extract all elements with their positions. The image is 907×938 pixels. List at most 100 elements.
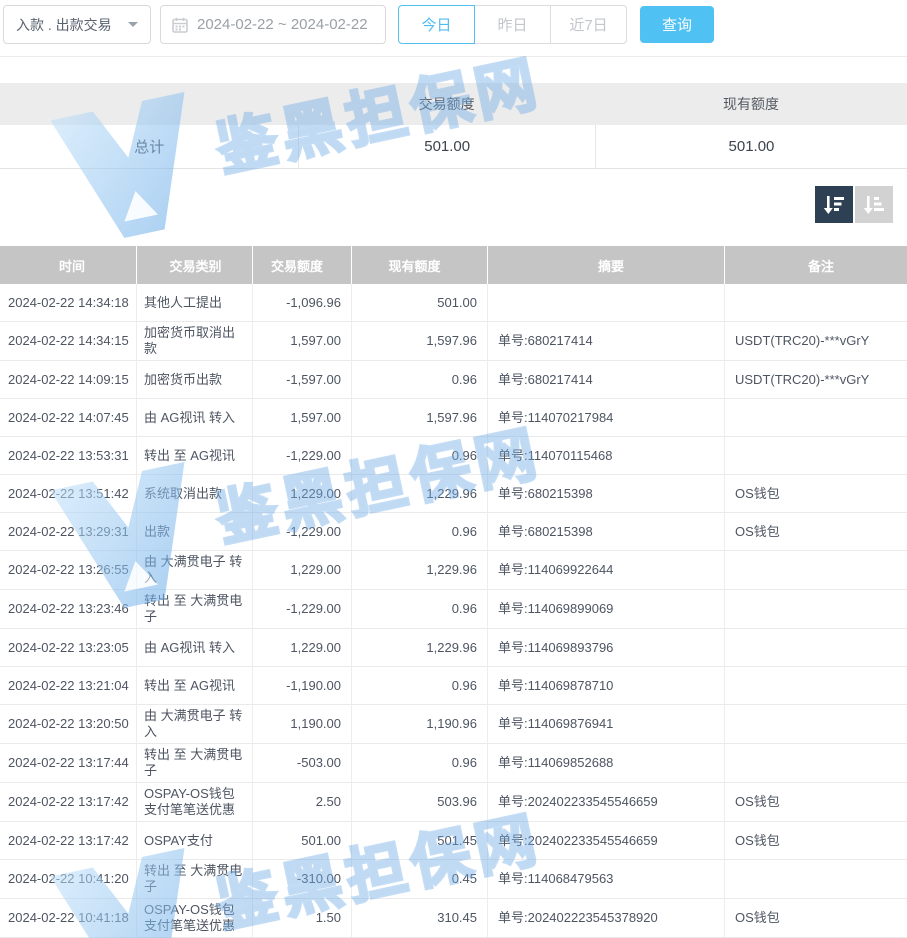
cell-current-amount: 1,229.96 — [352, 629, 488, 666]
summary-total-label: 总计 — [0, 125, 298, 168]
cell-summary: 单号:114069899069 — [488, 590, 725, 628]
cell-transaction-amount: -1,096.96 — [253, 284, 352, 321]
column-header-time: 时间 — [0, 246, 137, 284]
summary-table: 交易额度 现有额度 总计 501.00 501.00 — [0, 83, 907, 169]
cell-transaction-amount: 1,229.00 — [253, 629, 352, 666]
cell-time: 2024-02-22 13:17:42 — [0, 783, 137, 821]
cell-remark — [725, 705, 907, 743]
cell-current-amount: 1,190.96 — [352, 705, 488, 743]
cell-summary: 单号:114069878710 — [488, 667, 725, 704]
cell-current-amount: 0.96 — [352, 590, 488, 628]
cell-transaction-amount: 1,229.00 — [253, 475, 352, 512]
cell-current-amount: 1,597.96 — [352, 399, 488, 436]
cell-transaction-amount: -503.00 — [253, 744, 352, 782]
cell-transaction-amount: -310.00 — [253, 860, 352, 898]
cell-remark — [725, 744, 907, 782]
yesterday-button[interactable]: 昨日 — [474, 5, 551, 44]
summary-total-transaction-amount: 501.00 — [298, 125, 595, 168]
cell-transaction-amount: 501.00 — [253, 822, 352, 859]
quick-range-button-group: 今日 昨日 近7日 — [398, 5, 627, 44]
sort-amount-desc-icon — [822, 193, 846, 217]
cell-summary: 单号:680215398 — [488, 475, 725, 512]
cell-current-amount: 0.96 — [352, 667, 488, 704]
last-7-days-button[interactable]: 近7日 — [550, 5, 627, 44]
cell-summary: 单号:114069876941 — [488, 705, 725, 743]
calendar-icon — [172, 17, 188, 33]
cell-summary: 单号:680215398 — [488, 513, 725, 550]
cell-current-amount: 1,229.96 — [352, 551, 488, 589]
sort-descending-button[interactable] — [815, 186, 853, 223]
cell-type: 转出 至 大满贯电子 — [137, 860, 253, 898]
cell-time: 2024-02-22 13:17:42 — [0, 822, 137, 859]
cell-remark — [725, 667, 907, 704]
cell-type: 加密货币取消出款 — [137, 322, 253, 360]
table-row: 2024-02-22 14:07:45由 AG视讯 转入1,597.001,59… — [0, 399, 907, 437]
cell-summary — [488, 284, 725, 321]
cell-transaction-amount: 1,229.00 — [253, 551, 352, 589]
cell-transaction-amount: -1,229.00 — [253, 513, 352, 550]
sort-bar — [0, 186, 907, 223]
query-button[interactable]: 查询 — [640, 6, 714, 43]
toolbar: 入款 . 出款交易 2024-02-22 ~ 2024-02-22 今日 昨日 … — [0, 0, 907, 57]
cell-transaction-amount: 1,190.00 — [253, 705, 352, 743]
table-row: 2024-02-22 13:29:31出款-1,229.000.96单号:680… — [0, 513, 907, 551]
cell-time: 2024-02-22 13:51:42 — [0, 475, 137, 512]
table-row: 2024-02-22 13:23:46转出 至 大满贯电子-1,229.000.… — [0, 590, 907, 629]
cell-type: OSPAY支付 — [137, 822, 253, 859]
table-row: 2024-02-22 13:17:42OSPAY支付501.00501.45单号… — [0, 822, 907, 860]
cell-summary: 单号:202402233545546659 — [488, 783, 725, 821]
date-range-value: 2024-02-22 ~ 2024-02-22 — [197, 16, 368, 33]
table-row: 2024-02-22 13:26:55由 大满贯电子 转入1,229.001,2… — [0, 551, 907, 590]
cell-remark — [725, 860, 907, 898]
cell-current-amount: 0.96 — [352, 744, 488, 782]
cell-remark — [725, 437, 907, 474]
cell-type: 转出 至 AG视讯 — [137, 667, 253, 704]
cell-remark: OS钱包 — [725, 822, 907, 859]
cell-summary: 单号:680217414 — [488, 322, 725, 360]
column-header-summary: 摘要 — [488, 246, 725, 284]
column-header-type: 交易类别 — [137, 246, 253, 284]
cell-type: 由 大满贯电子 转入 — [137, 705, 253, 743]
cell-remark — [725, 399, 907, 436]
today-button[interactable]: 今日 — [398, 5, 475, 44]
cell-time: 2024-02-22 14:34:18 — [0, 284, 137, 321]
cell-summary: 单号:114069893796 — [488, 629, 725, 666]
cell-summary: 单号:114069922644 — [488, 551, 725, 589]
cell-time: 2024-02-22 13:23:05 — [0, 629, 137, 666]
sort-ascending-button[interactable] — [855, 186, 893, 223]
cell-summary: 单号:114068479563 — [488, 860, 725, 898]
transaction-type-select[interactable]: 入款 . 出款交易 — [3, 5, 151, 44]
cell-transaction-amount: -1,597.00 — [253, 361, 352, 398]
cell-current-amount: 310.45 — [352, 899, 488, 937]
cell-transaction-amount: 1,597.00 — [253, 322, 352, 360]
cell-summary: 单号:202402223545378920 — [488, 899, 725, 937]
cell-transaction-amount: 1.50 — [253, 899, 352, 937]
cell-type: 其他人工提出 — [137, 284, 253, 321]
cell-type: OSPAY-OS钱包支付笔笔送优惠 — [137, 899, 253, 937]
table-row: 2024-02-22 14:34:15加密货币取消出款1,597.001,597… — [0, 322, 907, 361]
cell-transaction-amount: -1,190.00 — [253, 667, 352, 704]
cell-current-amount: 0.96 — [352, 437, 488, 474]
table-row: 2024-02-22 13:17:44转出 至 大满贯电子-503.000.96… — [0, 744, 907, 783]
cell-summary: 单号:114069852688 — [488, 744, 725, 782]
cell-summary: 单号:680217414 — [488, 361, 725, 398]
cell-time: 2024-02-22 13:29:31 — [0, 513, 137, 550]
date-range-input[interactable]: 2024-02-22 ~ 2024-02-22 — [160, 5, 386, 44]
transaction-type-value: 入款 . 出款交易 — [16, 15, 112, 35]
table-row: 2024-02-22 13:23:05由 AG视讯 转入1,229.001,22… — [0, 629, 907, 667]
cell-time: 2024-02-22 14:09:15 — [0, 361, 137, 398]
cell-type: 由 大满贯电子 转入 — [137, 551, 253, 589]
cell-time: 2024-02-22 13:23:46 — [0, 590, 137, 628]
cell-remark — [725, 629, 907, 666]
table-row: 2024-02-22 14:34:18其他人工提出-1,096.96501.00 — [0, 284, 907, 322]
cell-time: 2024-02-22 13:53:31 — [0, 437, 137, 474]
cell-time: 2024-02-22 13:20:50 — [0, 705, 137, 743]
table-row: 2024-02-22 13:20:50由 大满贯电子 转入1,190.001,1… — [0, 705, 907, 744]
cell-current-amount: 501.00 — [352, 284, 488, 321]
cell-type: 加密货币出款 — [137, 361, 253, 398]
transactions-table: 时间 交易类别 交易额度 现有额度 摘要 备注 2024-02-22 14:34… — [0, 246, 907, 938]
sort-amount-asc-icon — [862, 193, 886, 217]
cell-time: 2024-02-22 10:41:20 — [0, 860, 137, 898]
cell-type: 系统取消出款 — [137, 475, 253, 512]
transactions-page: 入款 . 出款交易 2024-02-22 ~ 2024-02-22 今日 昨日 … — [0, 0, 907, 938]
